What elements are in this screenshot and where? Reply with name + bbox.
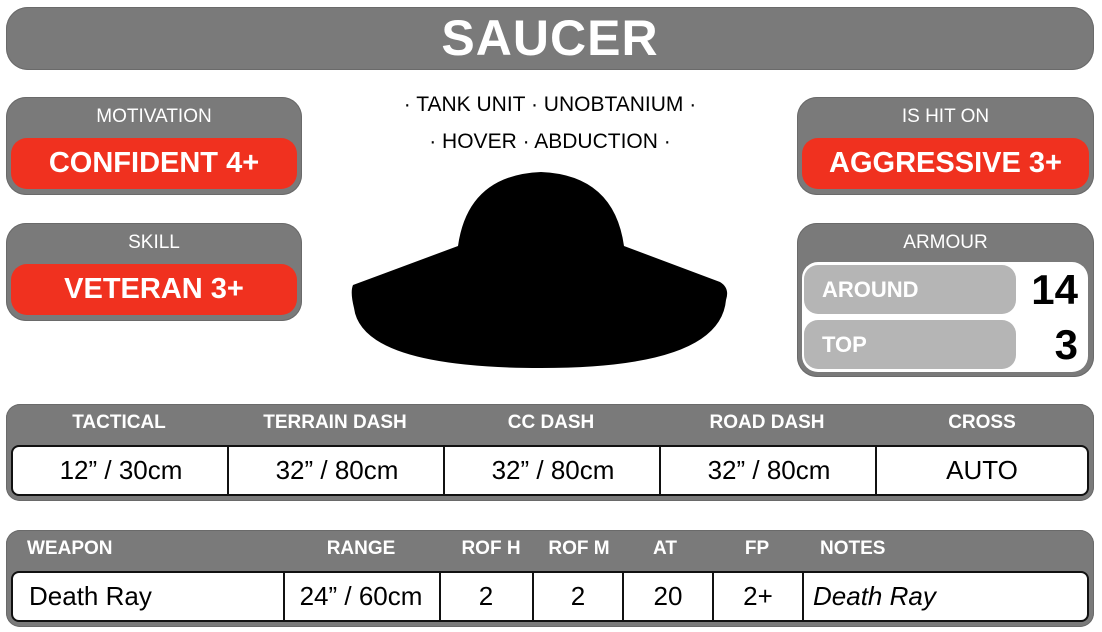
saucer-silhouette-icon (351, 172, 728, 368)
armour-row-around: AROUND 14 (802, 262, 1088, 317)
movement-value-cross: AUTO (946, 455, 1018, 485)
weapon-notes: Death Ray (813, 581, 936, 611)
keywords-line-2: · HOVER · ABDUCTION · (429, 130, 671, 153)
armour-top-value: 3 (1054, 321, 1078, 368)
weapon-row: Death Ray 24” / 60cm 2 2 20 2+ Death Ray (11, 571, 1089, 622)
armour-around-label: AROUND (804, 265, 1016, 314)
movement-table: TACTICAL TERRAIN DASH CC DASH ROAD DASH … (6, 404, 1094, 501)
weapon-rof-h: 2 (478, 581, 494, 611)
weapon-range: 24” / 60cm (299, 581, 423, 611)
movement-header-cc-dash: CC DASH (507, 412, 595, 433)
weapon-rof-m: 2 (570, 581, 586, 611)
column-divider (802, 573, 804, 620)
is-hit-on-box: IS HIT ON AGGRESSIVE 3+ (797, 97, 1094, 195)
is-hit-on-label: IS HIT ON (901, 106, 990, 127)
armour-row-top: TOP 3 (802, 317, 1088, 372)
movement-values-row: 12” / 30cm 32” / 80cm 32” / 80cm 32” / 8… (11, 445, 1089, 496)
armour-table: AROUND 14 TOP 3 (802, 262, 1088, 372)
motivation-value: CONFIDENT 4+ (11, 138, 297, 189)
title-bar: SAUCER (6, 7, 1094, 70)
skill-label: SKILL (128, 232, 180, 253)
movement-header-cross: CROSS (948, 412, 1016, 433)
weapons-header-weapon: WEAPON (27, 538, 113, 559)
movement-value-cc-dash: 32” / 80cm (491, 455, 615, 485)
weapons-header-at: AT (653, 538, 677, 559)
movement-value-road-dash: 32” / 80cm (707, 455, 831, 485)
movement-header-terrain-dash: TERRAIN DASH (263, 412, 407, 433)
weapon-name: Death Ray (29, 581, 152, 611)
weapons-header-fp: FP (744, 538, 770, 559)
armour-around-value: 14 (1031, 266, 1078, 313)
unit-title: SAUCER (441, 10, 659, 66)
weapons-header-notes: NOTES (820, 538, 886, 559)
movement-header-road-dash: ROAD DASH (709, 412, 825, 433)
weapon-fp: 2+ (743, 581, 773, 611)
armour-box: ARMOUR AROUND 14 TOP 3 (797, 223, 1094, 377)
weapons-header-rof-m: ROF M (548, 538, 610, 559)
motivation-box: MOTIVATION CONFIDENT 4+ (6, 97, 302, 195)
skill-value: VETERAN 3+ (11, 264, 297, 315)
armour-top-label: TOP (804, 320, 1016, 369)
armour-label: ARMOUR (903, 232, 988, 253)
weapons-header-rof-h: ROF H (461, 538, 521, 559)
skill-box: SKILL VETERAN 3+ (6, 223, 302, 321)
movement-value-tactical: 12” / 30cm (59, 455, 183, 485)
motivation-label: MOTIVATION (96, 106, 212, 127)
movement-value-terrain-dash: 32” / 80cm (275, 455, 399, 485)
weapon-at: 20 (653, 581, 683, 611)
keywords-line-1: · TANK UNIT · UNOBTANIUM · (403, 93, 697, 116)
weapons-header-range: RANGE (326, 538, 396, 559)
weapons-table: WEAPON RANGE ROF H ROF M AT FP NOTES Dea… (6, 530, 1094, 627)
movement-header-tactical: TACTICAL (72, 412, 166, 433)
is-hit-on-value: AGGRESSIVE 3+ (802, 138, 1089, 189)
